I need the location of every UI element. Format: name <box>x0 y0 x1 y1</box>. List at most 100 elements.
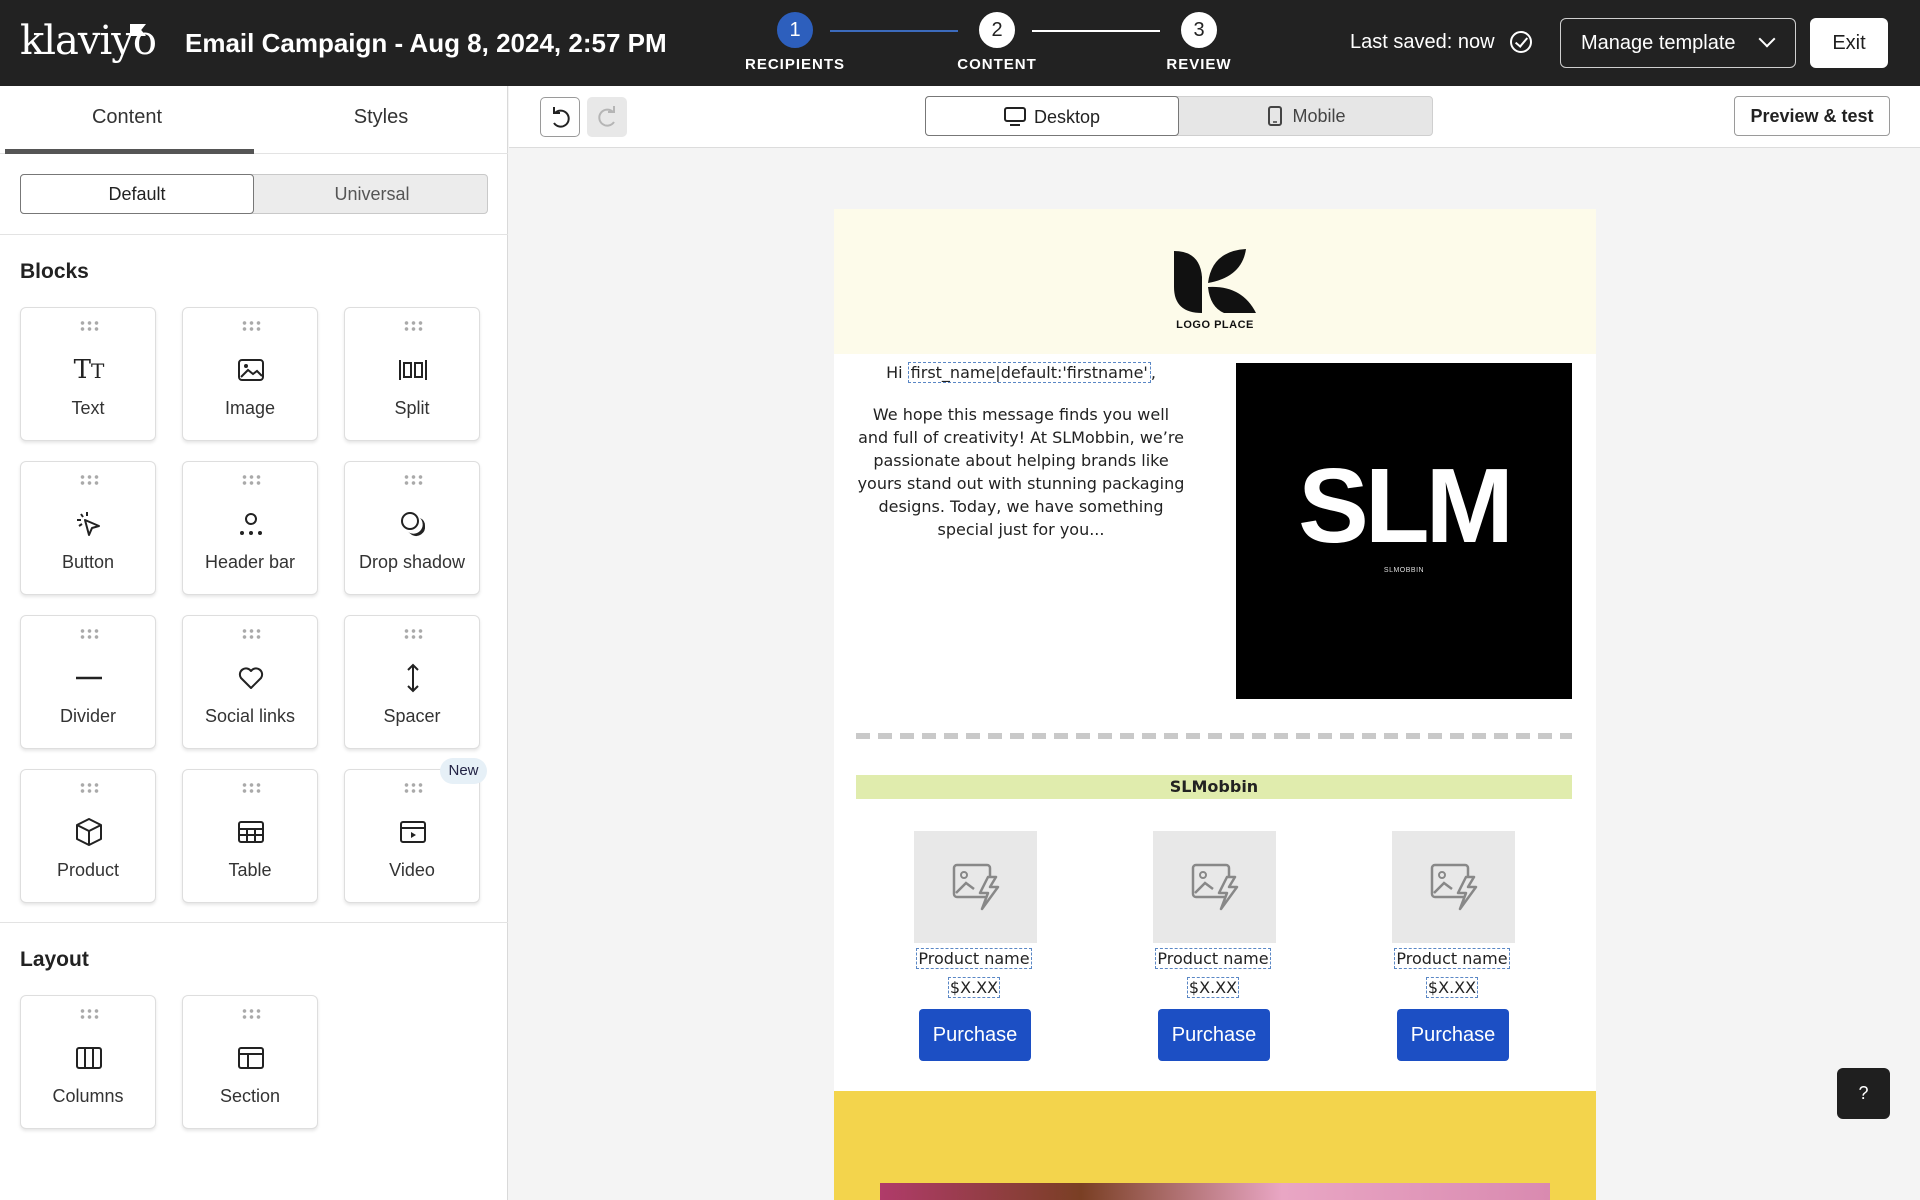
merge-tag[interactable]: first_name|default:'firstname' <box>907 362 1151 383</box>
dashed-divider[interactable] <box>856 733 1572 739</box>
tab-content[interactable]: Content <box>0 86 254 154</box>
drag-handle-icon[interactable] <box>403 320 423 332</box>
drag-handle-icon[interactable] <box>79 628 99 640</box>
block-image[interactable]: Image <box>182 307 318 441</box>
block-label: Spacer <box>383 706 441 726</box>
editor-toolbar: Desktop Mobile Preview & test <box>509 86 1920 148</box>
intro-paragraph[interactable]: We hope this message finds you well and … <box>856 403 1186 541</box>
block-label: Video <box>389 860 435 880</box>
product-card[interactable]: Product name $X.XX Purchase <box>1143 831 1283 1067</box>
manage-template-label: Manage template <box>1581 31 1736 54</box>
step-recipients[interactable]: 1 RECIPIENTS <box>740 12 850 73</box>
drag-handle-icon[interactable] <box>241 474 261 486</box>
product-price[interactable]: $X.XX <box>1392 977 1512 998</box>
hero-brand-word: SLM <box>1298 447 1514 565</box>
purchase-button[interactable]: Purchase <box>1397 1009 1509 1061</box>
product-image-placeholder[interactable] <box>1392 831 1515 943</box>
block-header-bar[interactable]: Header bar <box>182 461 318 595</box>
campaign-title[interactable]: Email Campaign - Aug 8, 2024, 2:57 PM <box>185 28 667 59</box>
hero-brand-sub: SLMOBBIN <box>1383 567 1425 574</box>
block-text[interactable]: TT Text <box>20 307 156 441</box>
spacer-icon <box>385 660 441 696</box>
redo-button[interactable] <box>587 97 627 137</box>
featured-photo[interactable] <box>880 1183 1550 1200</box>
desktop-view-button[interactable]: Desktop <box>925 96 1179 136</box>
step-review[interactable]: 3 REVIEW <box>1144 12 1254 73</box>
segment-universal[interactable]: Universal <box>255 175 489 213</box>
drag-handle-icon[interactable] <box>403 474 423 486</box>
block-label: Social links <box>204 706 296 726</box>
table-icon <box>223 814 279 850</box>
product-name[interactable]: Product name <box>914 948 1034 969</box>
block-drop-shadow[interactable]: Drop shadow <box>344 461 480 595</box>
product-name[interactable]: Product name <box>1153 948 1273 969</box>
greeting-text[interactable]: Hi first_name|default:'firstname', <box>856 362 1186 383</box>
product-card[interactable]: Product name $X.XX Purchase <box>1382 831 1522 1067</box>
image-placeholder-icon <box>1430 863 1478 911</box>
block-section[interactable]: Section <box>182 995 318 1129</box>
product-name[interactable]: Product name <box>1392 948 1512 969</box>
drag-handle-icon[interactable] <box>241 1008 261 1020</box>
block-label: Drop shadow <box>358 552 466 572</box>
block-button[interactable]: Button <box>20 461 156 595</box>
brand-banner[interactable]: SLMobbin <box>856 775 1572 799</box>
drag-handle-icon[interactable] <box>79 782 99 794</box>
button-cursor-icon <box>61 506 117 542</box>
drag-handle-icon[interactable] <box>79 320 99 332</box>
last-saved-status: Last saved: now <box>1350 31 1495 53</box>
drag-handle-icon[interactable] <box>241 320 261 332</box>
undo-button[interactable] <box>540 97 580 137</box>
block-social-links[interactable]: Social links <box>182 615 318 749</box>
hero-image[interactable]: SLM SLMOBBIN <box>1236 363 1572 699</box>
email-preview[interactable]: LOGO PLACE Hi first_name|default:'firstn… <box>834 209 1596 1200</box>
drag-handle-icon[interactable] <box>403 782 423 794</box>
block-label: Product <box>56 860 120 880</box>
product-price[interactable]: $X.XX <box>1153 977 1273 998</box>
desktop-icon <box>1003 107 1026 126</box>
cube-icon <box>61 814 117 850</box>
help-button[interactable]: ? <box>1837 1068 1890 1119</box>
header-bar-icon <box>223 506 279 542</box>
block-label: Image <box>224 398 276 418</box>
block-video[interactable]: Video <box>344 769 480 903</box>
block-split[interactable]: Split <box>344 307 480 441</box>
preview-test-button[interactable]: Preview & test <box>1734 96 1890 136</box>
block-label: Table <box>228 860 272 880</box>
drag-handle-icon[interactable] <box>403 628 423 640</box>
product-image-placeholder[interactable] <box>1153 831 1276 943</box>
drag-handle-icon[interactable] <box>241 782 261 794</box>
drop-shadow-icon <box>385 506 441 542</box>
block-spacer[interactable]: Spacer <box>344 615 480 749</box>
step-number: 2 <box>979 12 1015 48</box>
mobile-view-button[interactable]: Mobile <box>1180 96 1434 136</box>
exit-button[interactable]: Exit <box>1810 18 1888 68</box>
block-table[interactable]: Table <box>182 769 318 903</box>
drag-handle-icon[interactable] <box>241 628 261 640</box>
top-bar: klaviyo Email Campaign - Aug 8, 2024, 2:… <box>0 0 1920 86</box>
block-divider[interactable]: Divider <box>20 615 156 749</box>
divider-icon <box>61 660 117 696</box>
email-header-section[interactable]: LOGO PLACE <box>834 209 1596 354</box>
featured-image-section[interactable] <box>834 1091 1596 1200</box>
new-badge: New <box>440 758 487 784</box>
tab-styles[interactable]: Styles <box>254 86 508 154</box>
block-product[interactable]: Product <box>20 769 156 903</box>
product-price[interactable]: $X.XX <box>914 977 1034 998</box>
divider <box>0 234 508 235</box>
product-card[interactable]: Product name $X.XX Purchase <box>904 831 1044 1067</box>
drag-handle-icon[interactable] <box>79 474 99 486</box>
purchase-button[interactable]: Purchase <box>919 1009 1031 1061</box>
step-content[interactable]: 2 CONTENT <box>942 12 1052 73</box>
layout-heading: Layout <box>20 948 89 971</box>
product-image-placeholder[interactable] <box>914 831 1037 943</box>
drag-handle-icon[interactable] <box>79 1008 99 1020</box>
block-label: Header bar <box>204 552 296 572</box>
manage-template-button[interactable]: Manage template <box>1560 18 1796 68</box>
blocks-heading: Blocks <box>20 260 89 283</box>
purchase-button[interactable]: Purchase <box>1158 1009 1270 1061</box>
segment-default[interactable]: Default <box>20 174 254 214</box>
block-label: Split <box>394 398 430 418</box>
block-columns[interactable]: Columns <box>20 995 156 1129</box>
image-placeholder-icon <box>952 863 1000 911</box>
greeting-suffix: , <box>1150 363 1156 382</box>
